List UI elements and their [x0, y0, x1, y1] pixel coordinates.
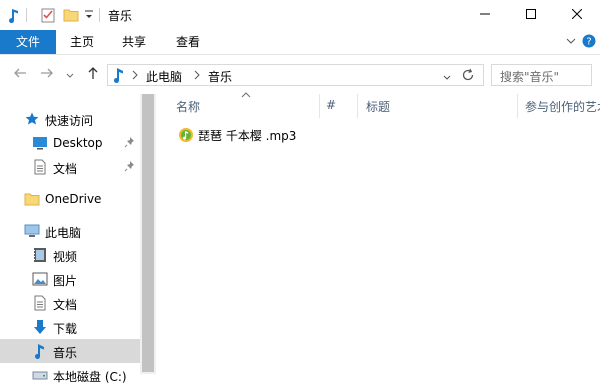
chevron-down-icon[interactable] — [566, 35, 576, 49]
sidebar-item-label: 本地磁盘 (C:) — [53, 370, 127, 384]
column-divider[interactable] — [517, 94, 518, 118]
sidebar-item-this-pc[interactable]: 此电脑 — [0, 219, 140, 243]
star-icon — [24, 111, 40, 127]
sidebar-item-label: 图片 — [53, 274, 78, 288]
tab-home[interactable]: 主页 — [56, 30, 108, 54]
sidebar-item-label: 文档 — [53, 162, 78, 176]
maximize-button[interactable] — [508, 0, 554, 28]
breadcrumb-this-pc[interactable]: 此电脑 — [146, 68, 182, 85]
separator — [26, 8, 27, 22]
navigation-pane: 快速访问 Desktop 文档 OneDrive 此电脑 视频 图片 文档 下载… — [0, 94, 156, 384]
breadcrumb-chevron-icon[interactable] — [132, 69, 138, 83]
music-icon — [112, 67, 126, 86]
customize-toolbar-dropdown-icon[interactable] — [84, 9, 94, 24]
svg-text:?: ? — [586, 37, 591, 48]
separator — [99, 8, 100, 22]
video-icon — [32, 247, 48, 263]
music-folder-icon[interactable] — [6, 7, 22, 26]
sidebar-item-downloads[interactable]: 下载 — [0, 315, 140, 339]
help-icon[interactable]: ? — [582, 34, 596, 51]
sidebar-item-label: 音乐 — [53, 346, 78, 360]
computer-icon — [24, 223, 40, 239]
title-bar: 音乐 — [0, 0, 600, 30]
column-divider[interactable] — [357, 94, 358, 118]
properties-icon[interactable] — [40, 7, 56, 26]
sidebar-item-label: 视频 — [53, 250, 78, 264]
download-arrow-icon — [32, 319, 48, 335]
breadcrumb-chevron-icon[interactable] — [194, 69, 200, 83]
new-folder-icon[interactable] — [63, 7, 79, 26]
search-input[interactable]: 搜索"音乐" — [491, 64, 592, 86]
sidebar-item-quick-access[interactable]: 快速访问 — [0, 107, 140, 131]
up-arrow-icon[interactable] — [86, 66, 100, 83]
column-header-title[interactable]: 标题 — [366, 98, 390, 115]
sidebar-item-label: 文档 — [53, 298, 78, 312]
tab-file[interactable]: 文件 — [0, 30, 56, 54]
sidebar-scrollbar[interactable] — [140, 94, 156, 374]
music-icon — [32, 343, 48, 359]
sidebar-item-label: Desktop — [53, 136, 103, 150]
window-title: 音乐 — [108, 9, 133, 23]
recent-locations-chevron-icon[interactable] — [66, 69, 74, 83]
column-header-name[interactable]: 名称 — [176, 98, 200, 115]
sidebar-item-label: 快速访问 — [45, 114, 94, 128]
sidebar-item-videos[interactable]: 视频 — [0, 243, 140, 267]
minimize-button[interactable] — [462, 0, 508, 28]
sidebar-item-desktop[interactable]: Desktop — [0, 131, 140, 155]
sidebar-item-documents[interactable]: 文档 — [0, 291, 140, 315]
tab-share[interactable]: 共享 — [108, 30, 160, 54]
sidebar-item-label: 下载 — [53, 322, 78, 336]
audio-file-icon — [178, 127, 194, 146]
sidebar-item-onedrive[interactable]: OneDrive — [0, 187, 140, 211]
sidebar-item-local-disk[interactable]: 本地磁盘 (C:) — [0, 363, 140, 387]
breadcrumb-music[interactable]: 音乐 — [208, 68, 232, 85]
file-row[interactable]: 琵琶 千本樱 .mp3 — [176, 124, 426, 146]
file-list-pane: 名称 # 标题 参与创作的艺术家 琵琶 千本樱 .mp3 — [156, 92, 600, 374]
document-icon — [32, 159, 48, 175]
sidebar-item-label: OneDrive — [45, 192, 102, 206]
forward-arrow-icon[interactable] — [40, 66, 54, 83]
pin-icon[interactable] — [124, 160, 136, 175]
refresh-icon[interactable] — [461, 68, 475, 85]
column-divider[interactable] — [319, 94, 320, 118]
back-arrow-icon[interactable] — [13, 66, 27, 83]
column-header-number[interactable]: # — [326, 98, 336, 112]
picture-icon — [32, 271, 48, 287]
desktop-icon — [32, 135, 48, 151]
document-icon — [32, 295, 48, 311]
pin-icon[interactable] — [124, 136, 136, 151]
scrollbar-thumb[interactable] — [142, 94, 154, 372]
close-button[interactable] — [554, 0, 600, 28]
sort-ascending-icon — [241, 87, 251, 101]
search-placeholder: 搜索"音乐" — [500, 70, 560, 84]
column-header-artist[interactable]: 参与创作的艺术家 — [525, 98, 600, 115]
sidebar-item-pictures[interactable]: 图片 — [0, 267, 140, 291]
file-name: 琵琶 千本樱 .mp3 — [198, 129, 297, 143]
sidebar-item-documents-pinned[interactable]: 文档 — [0, 155, 140, 179]
drive-icon — [32, 367, 48, 383]
sidebar-item-music[interactable]: 音乐 — [0, 339, 140, 363]
sidebar-item-label: 此电脑 — [45, 226, 82, 240]
address-dropdown-icon[interactable] — [443, 71, 451, 85]
ribbon-tabs: 文件 主页 共享 查看 ? — [0, 30, 600, 54]
tab-view[interactable]: 查看 — [160, 30, 216, 54]
folder-icon — [24, 191, 40, 207]
address-row: 此电脑 音乐 搜索"音乐" — [0, 54, 600, 94]
address-bar[interactable]: 此电脑 音乐 — [107, 64, 484, 86]
